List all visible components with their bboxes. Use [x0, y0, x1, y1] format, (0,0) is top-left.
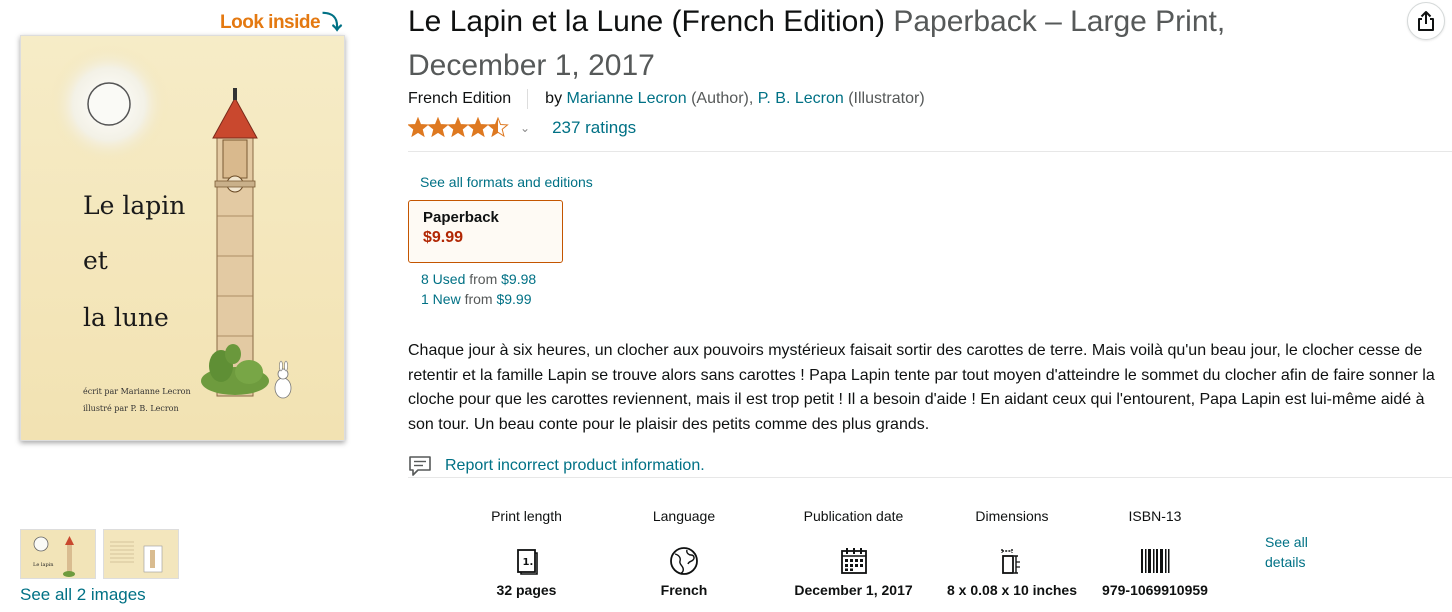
cover-title-line-3: la lune: [83, 303, 169, 332]
thumbnail-title: Le lapin: [33, 562, 54, 568]
calendar-icon: [840, 544, 868, 578]
detail-label: ISBN-13: [1128, 508, 1182, 524]
divider: [408, 151, 1452, 152]
format-name: Paperback: [423, 209, 499, 226]
detail-publication-date: Publication date December 1, 2017: [785, 508, 922, 598]
new-from-label: from: [464, 291, 493, 307]
book-description: Chaque jour à six heures, un clocher aux…: [408, 342, 1435, 433]
detail-value: 979-1069910959: [1102, 582, 1208, 598]
detail-value: French: [660, 582, 708, 598]
cover-illustrator-credit: illustré par P. B. Lecron: [83, 404, 179, 413]
detail-dimensions: Dimensions 8 x 0.08 x 10 inches: [922, 508, 1102, 598]
feedback-icon: [409, 456, 431, 476]
author-link[interactable]: Marianne Lecron: [567, 90, 687, 108]
format-option-paperback[interactable]: Paperback $9.99: [408, 200, 563, 263]
see-all-details-link[interactable]: See all details: [1265, 532, 1325, 572]
format-price: $9.99: [423, 229, 464, 246]
detail-label: Publication date: [803, 508, 904, 524]
thumbnail-1[interactable]: Le lapin: [20, 529, 96, 579]
detail-label: Language: [652, 508, 716, 524]
by-label: by: [545, 90, 563, 107]
look-inside-link[interactable]: Look inside ⤵: [220, 12, 342, 34]
see-all-images-link[interactable]: See all 2 images: [20, 585, 146, 605]
share-button[interactable]: [1407, 2, 1445, 40]
star-rating[interactable]: [408, 117, 510, 139]
book-cover-image[interactable]: Le lapin et la lune écrit par Marianne L…: [20, 35, 345, 441]
new-offer: 1 New from $9.99: [421, 289, 536, 309]
chevron-down-icon[interactable]: ⌄: [520, 121, 530, 135]
author-role: (Author),: [691, 90, 754, 107]
see-all-formats-link[interactable]: See all formats and editions: [420, 174, 593, 190]
illustrator-link[interactable]: P. B. Lecron: [758, 90, 844, 108]
share-icon: [1418, 11, 1434, 31]
new-offers-link[interactable]: 1 New: [421, 291, 461, 307]
divider: [408, 477, 1452, 478]
detail-label: Dimensions: [975, 508, 1049, 524]
used-from-label: from: [469, 271, 498, 287]
detail-value: December 1, 2017: [794, 582, 913, 598]
used-price-link[interactable]: $9.98: [501, 271, 536, 287]
cover-title-line-2: et: [83, 246, 108, 275]
new-price-link[interactable]: $9.99: [496, 291, 531, 307]
product-title: Le Lapin et la Lune (French Edition) Pap…: [408, 0, 1368, 88]
used-offers-link[interactable]: 8 Used: [421, 271, 465, 287]
barcode-icon: [1140, 544, 1170, 578]
globe-icon: [669, 544, 699, 578]
svg-text:1.: 1.: [522, 557, 533, 568]
report-link-label: Report incorrect product information.: [445, 457, 705, 474]
illustrator-role: (Illustrator): [848, 90, 925, 107]
report-incorrect-info[interactable]: Report incorrect product information.: [408, 455, 705, 477]
detail-value: 32 pages: [496, 582, 557, 598]
curved-arrow-down-icon: ⤵: [322, 12, 342, 34]
byline: French Edition by Marianne Lecron (Autho…: [408, 89, 925, 109]
look-inside-label: Look inside: [220, 12, 321, 33]
dimensions-icon: [1000, 544, 1024, 578]
detail-print-length: Print length 1. 32 pages: [470, 508, 583, 598]
rating-summary: ⌄ 237 ratings: [408, 117, 636, 139]
cover-author-credit: écrit par Marianne Lecron: [83, 387, 191, 396]
detail-label: Print length: [491, 508, 562, 524]
product-details-carousel: Print length 1. 32 pages Language French…: [470, 508, 1208, 598]
book-pages-icon: 1.: [515, 544, 539, 578]
used-offer: 8 Used from $9.98: [421, 269, 536, 289]
star-rating-icon: [408, 117, 509, 138]
book-title: Le Lapin et la Lune (French Edition): [408, 5, 885, 38]
ratings-count-link[interactable]: 237 ratings: [552, 118, 636, 138]
thumbnail-2[interactable]: [103, 529, 179, 579]
detail-isbn-13: ISBN-13 979-1069910959: [1102, 508, 1208, 598]
detail-language: Language French: [583, 508, 785, 598]
cover-title-line-1: Le lapin: [83, 191, 185, 220]
image-thumbnails: Le lapin: [20, 529, 179, 579]
offers-list: 8 Used from $9.98 1 New from $9.99: [421, 269, 536, 309]
edition-label: French Edition: [408, 89, 529, 109]
detail-value: 8 x 0.08 x 10 inches: [947, 582, 1077, 598]
